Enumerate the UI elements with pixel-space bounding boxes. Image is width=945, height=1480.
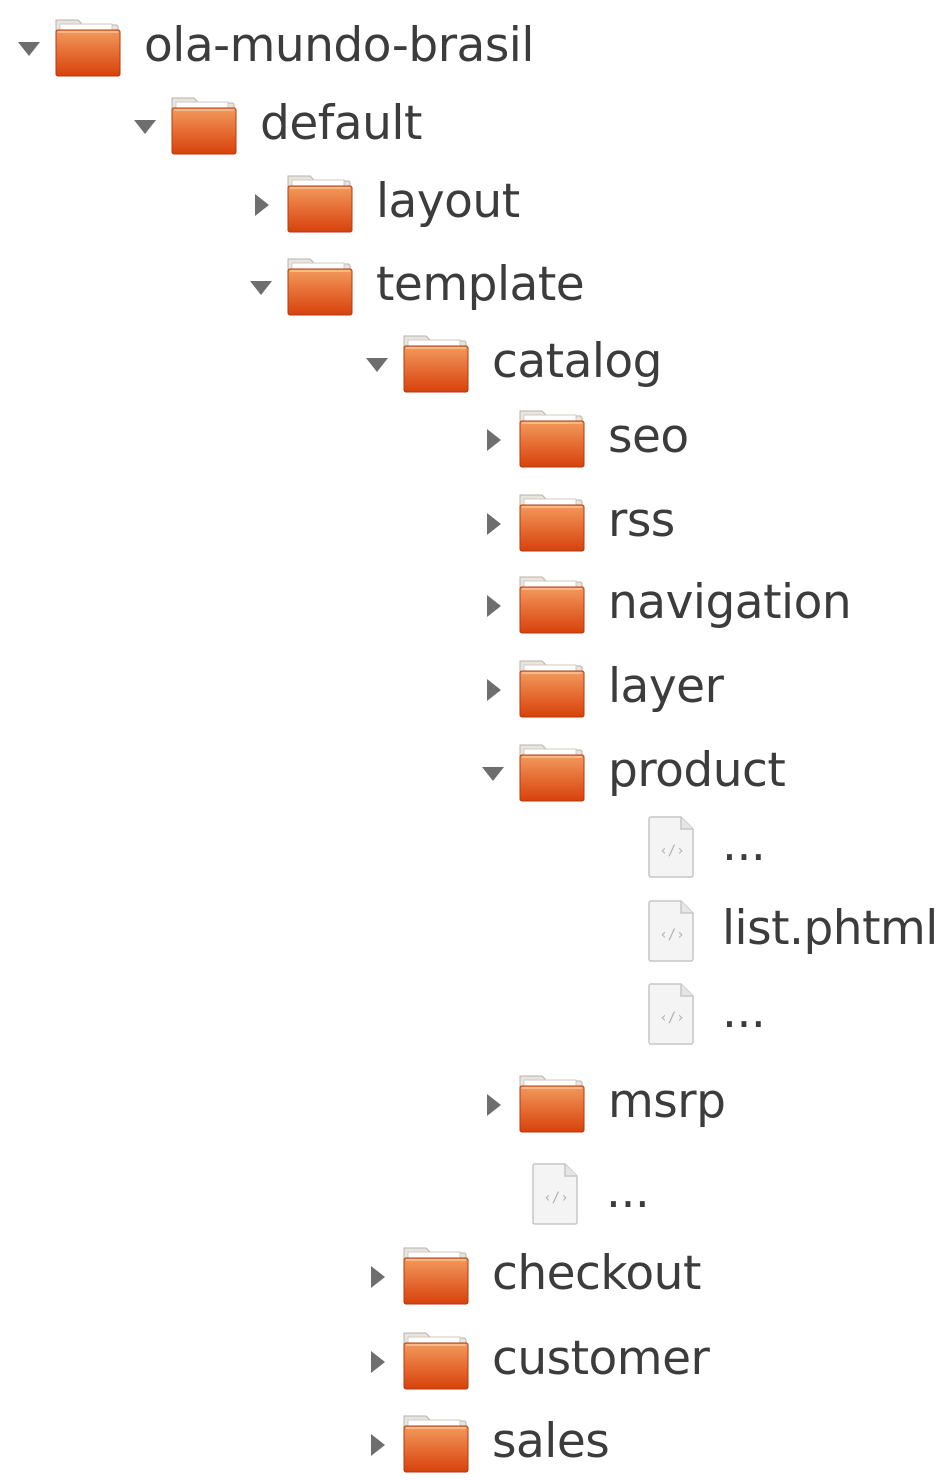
triangle-down-icon[interactable] [246,273,276,303]
triangle-down-icon[interactable] [362,350,392,380]
triangle-right-icon[interactable] [478,591,508,621]
file-tree: ola-mundo-brasil default layout template cat… [0,0,945,1473]
tree-folder-row[interactable]: seo [0,405,945,475]
folder-icon [516,571,588,635]
code-file-icon: ‹/› [647,982,697,1046]
folder-label: navigation [608,575,852,630]
code-file-icon: ‹/› [647,899,697,963]
folder-icon [516,655,588,719]
file-label: list.phtml [722,901,938,956]
triangle-right-icon[interactable] [362,1430,392,1460]
triangle-right-icon[interactable] [478,509,508,539]
folder-label: catalog [492,334,663,389]
triangle-right-icon[interactable] [478,425,508,455]
folder-label: customer [492,1331,710,1386]
folder-label: msrp [608,1074,726,1129]
folder-label: layout [376,174,520,229]
folder-icon [52,14,124,78]
folder-icon [516,405,588,469]
tree-folder-row[interactable]: customer [0,1327,945,1397]
folder-icon [284,170,356,234]
code-file-icon: ‹/› [647,815,697,879]
file-label: ... [606,1164,650,1219]
svg-text:‹/›: ‹/› [659,927,684,943]
triangle-down-icon[interactable] [130,112,160,142]
tree-folder-row[interactable]: navigation [0,571,945,641]
tree-folder-row[interactable]: msrp [0,1070,945,1140]
tree-folder-row[interactable]: default [0,92,945,162]
tree-folder-row[interactable]: ola-mundo-brasil [0,14,945,84]
folder-icon [400,330,472,394]
triangle-down-icon[interactable] [478,759,508,789]
folder-label: default [260,96,422,151]
folder-label: sales [492,1414,610,1469]
tree-file-row[interactable]: ‹/›... [0,1160,945,1230]
triangle-down-icon[interactable] [14,34,44,64]
folder-icon [400,1327,472,1391]
folder-icon [516,1070,588,1134]
svg-text:‹/›: ‹/› [543,1190,568,1206]
folder-icon [516,489,588,553]
folder-icon [168,92,240,156]
folder-icon [516,739,588,803]
folder-label: layer [608,659,724,714]
triangle-right-icon[interactable] [478,1090,508,1120]
folder-label: seo [608,409,689,464]
folder-label: rss [608,493,675,548]
file-label: ... [722,817,766,872]
tree-folder-row[interactable]: checkout [0,1242,945,1312]
tree-folder-row[interactable]: layer [0,655,945,725]
triangle-right-icon[interactable] [362,1262,392,1292]
tree-folder-row[interactable]: sales [0,1410,945,1480]
svg-text:‹/›: ‹/› [659,843,684,859]
folder-icon [284,253,356,317]
folder-label: product [608,743,786,798]
triangle-right-icon[interactable] [246,190,276,220]
tree-file-row[interactable]: ‹/›... [0,813,945,883]
tree-folder-row[interactable]: rss [0,489,945,559]
tree-folder-row[interactable]: layout [0,170,945,240]
file-label: ... [722,984,766,1039]
triangle-right-icon[interactable] [362,1347,392,1377]
tree-folder-row[interactable]: template [0,253,945,323]
folder-label: checkout [492,1246,701,1301]
triangle-right-icon[interactable] [478,675,508,705]
tree-folder-row[interactable]: product [0,739,945,809]
folder-label: template [376,257,585,312]
folder-label: ola-mundo-brasil [144,18,534,73]
folder-icon [400,1242,472,1306]
svg-text:‹/›: ‹/› [659,1010,684,1026]
tree-file-row[interactable]: ‹/› list.phtml [0,897,945,967]
tree-folder-row[interactable]: catalog [0,330,945,400]
tree-file-row[interactable]: ‹/›... [0,980,945,1050]
code-file-icon: ‹/› [531,1162,581,1226]
folder-icon [400,1410,472,1474]
